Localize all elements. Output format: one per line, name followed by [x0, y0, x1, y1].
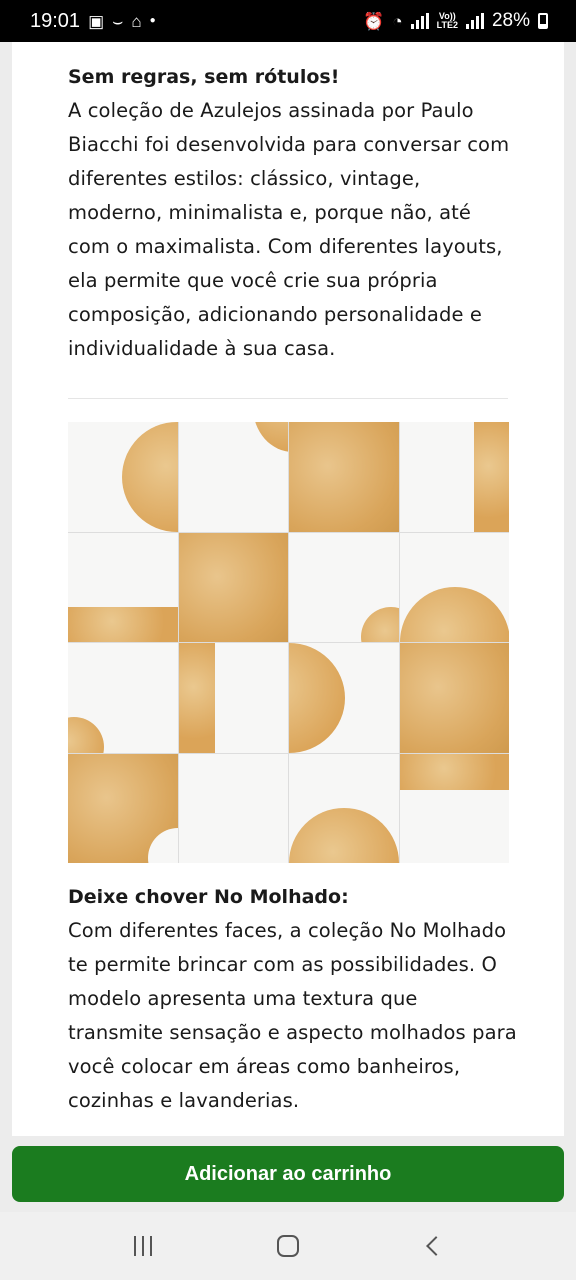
add-to-cart-button[interactable]: Adicionar ao carrinho — [12, 1146, 564, 1202]
store-app-icon: ⌂ — [131, 11, 142, 31]
section-body: Com diferentes faces, a coleção No Molha… — [68, 919, 517, 1112]
signal-icon — [465, 13, 484, 29]
product-image — [68, 422, 509, 863]
tile — [289, 532, 399, 642]
section-body: A coleção de Azulejos assinada por Paulo… — [68, 99, 510, 360]
alarm-clock-icon: ⏰ — [363, 11, 385, 31]
tile — [68, 422, 178, 532]
tile — [178, 422, 288, 532]
tile — [178, 643, 288, 753]
status-right: ⏰ ◔ Vo)) LTE2 28% — [363, 10, 548, 32]
section-heading: Deixe chover No Molhado: — [68, 886, 349, 908]
tile — [289, 422, 399, 532]
section-no-molhado: Deixe chover No Molhado: Com diferentes … — [68, 880, 518, 1118]
tile — [68, 532, 178, 642]
tile — [399, 643, 509, 753]
signal-icon — [410, 13, 429, 29]
system-nav-bar — [0, 1212, 576, 1280]
status-left: 19:01 ▣ ⌣ ⌂ ● — [30, 10, 156, 33]
tile — [399, 532, 509, 642]
tile — [399, 753, 509, 863]
home-icon — [276, 1235, 299, 1257]
section-heading: Sem regras, sem rótulos! — [68, 66, 340, 88]
recents-button[interactable] — [113, 1222, 173, 1270]
status-bar: 19:01 ▣ ⌣ ⌂ ● ⏰ ◔ Vo)) LTE2 28% — [0, 0, 576, 42]
battery-icon — [538, 13, 548, 29]
wifi-icon: ◔ — [392, 11, 403, 31]
tile — [68, 643, 178, 753]
gallery-icon: ▣ — [88, 11, 105, 31]
battery-percent: 28% — [491, 10, 530, 31]
amazon-icon: ⌣ — [112, 11, 124, 31]
tile — [178, 753, 288, 863]
tile — [399, 422, 509, 532]
back-button[interactable] — [403, 1222, 463, 1270]
product-description: Sem regras, sem rótulos! A coleção de Az… — [12, 42, 564, 1136]
tile — [289, 753, 399, 863]
recents-icon — [133, 1236, 152, 1256]
status-time: 19:01 — [30, 9, 81, 32]
tile — [178, 532, 288, 642]
notification-dot-icon: ● — [149, 15, 156, 26]
volte-icon: Vo)) LTE2 — [436, 11, 458, 30]
home-button[interactable] — [258, 1222, 318, 1270]
divider — [68, 398, 508, 399]
back-icon — [426, 1236, 447, 1256]
section-no-rules: Sem regras, sem rótulos! A coleção de Az… — [68, 60, 518, 366]
tile — [68, 753, 178, 863]
tile — [289, 643, 399, 753]
